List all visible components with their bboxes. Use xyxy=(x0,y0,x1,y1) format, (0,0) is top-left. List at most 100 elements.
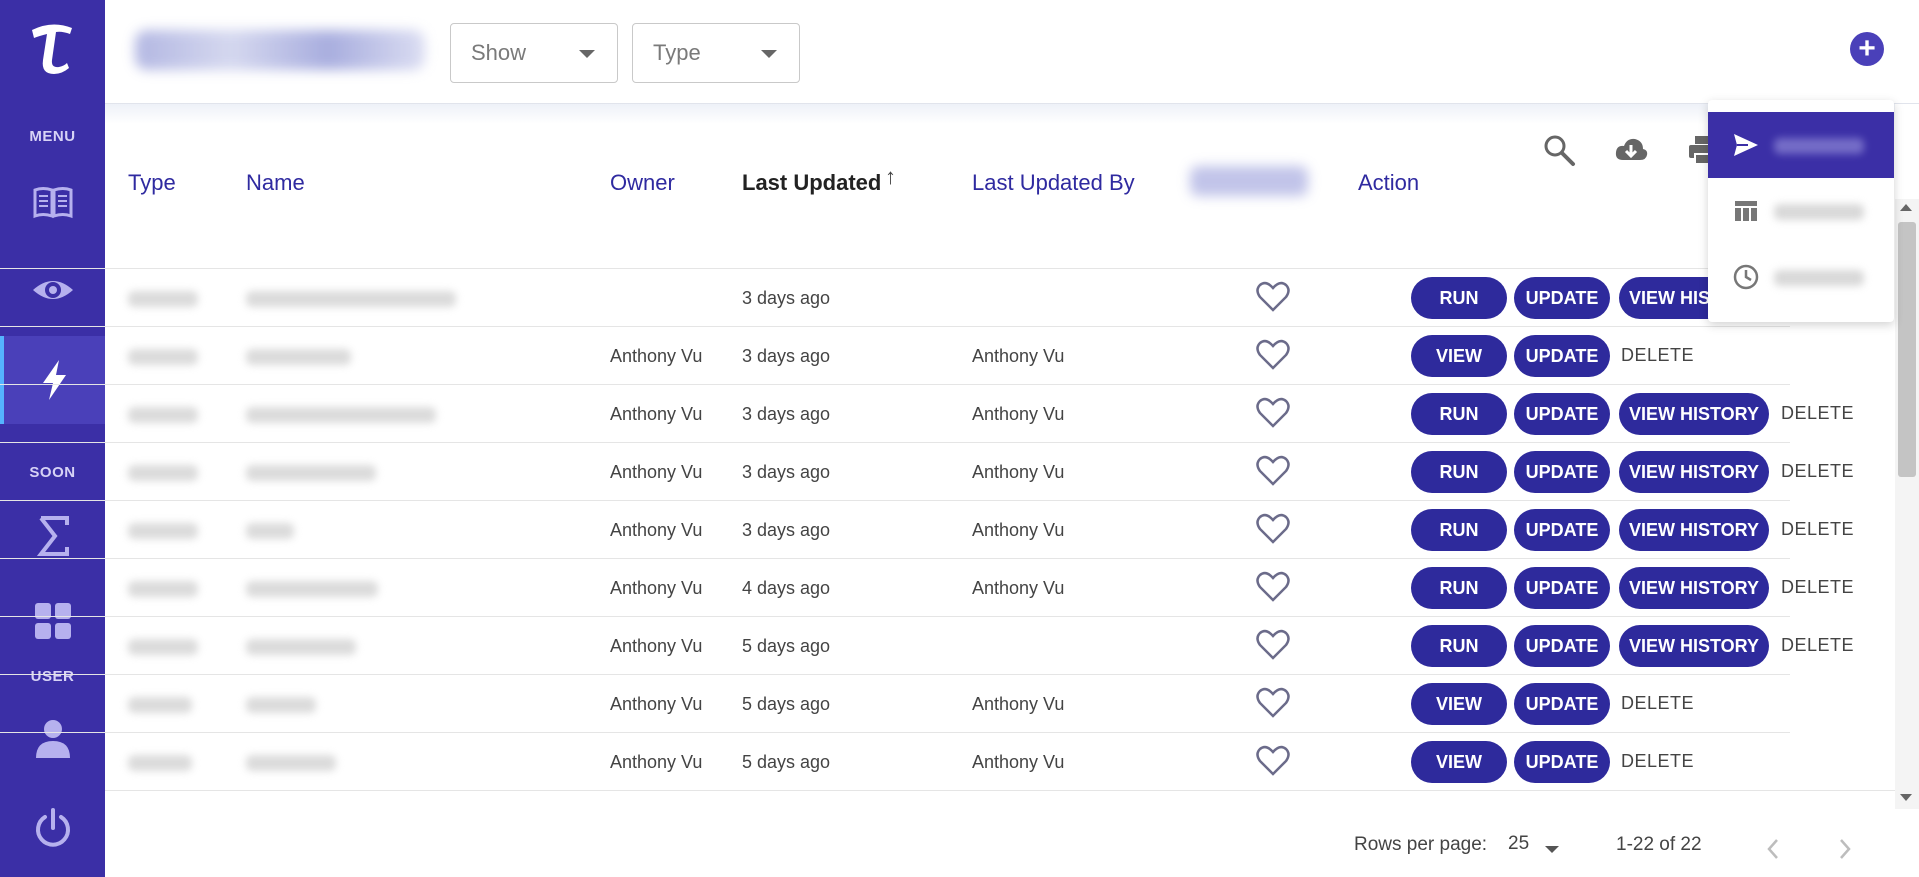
update-button[interactable]: UPDATE xyxy=(1514,683,1610,725)
pagination-range: 1-22 of 22 xyxy=(1616,834,1702,855)
name-cell xyxy=(246,639,356,655)
table-row[interactable]: Anthony Vu 5 days ago Anthony Vu VIEW UPDATE… xyxy=(0,674,1790,732)
sidebar-item-logout[interactable] xyxy=(0,784,105,872)
delete-button[interactable]: DELETE xyxy=(1621,751,1694,772)
show-select[interactable]: Show xyxy=(450,23,618,83)
update-button[interactable]: UPDATE xyxy=(1514,277,1610,319)
table-row[interactable]: Anthony Vu 5 days ago RUN UPDATE VIEW HISTOR… xyxy=(0,616,1854,674)
run-button[interactable]: RUN xyxy=(1411,625,1507,667)
heart-icon[interactable] xyxy=(1256,629,1290,661)
menu-item-schedule[interactable] xyxy=(1708,244,1894,310)
update-button[interactable]: UPDATE xyxy=(1514,509,1610,551)
header-name[interactable]: Name xyxy=(246,170,305,196)
chevron-right-icon[interactable] xyxy=(1836,837,1854,861)
name-cell xyxy=(246,755,336,771)
run-button[interactable]: RUN xyxy=(1411,567,1507,609)
scrollbar-thumb[interactable] xyxy=(1898,222,1916,477)
header-technology xyxy=(1190,166,1308,196)
chevron-left-icon[interactable] xyxy=(1764,837,1782,861)
last-updated-cell: 3 days ago xyxy=(742,404,831,424)
menu-item-table-label xyxy=(1774,204,1864,220)
heart-icon[interactable] xyxy=(1256,745,1290,777)
header-last-updated[interactable]: Last Updated xyxy=(742,170,881,196)
send-icon xyxy=(1734,134,1758,156)
delete-button[interactable]: DELETE xyxy=(1781,577,1854,598)
menu-item-send[interactable] xyxy=(1708,112,1894,178)
name-cell xyxy=(246,407,436,423)
table-row[interactable]: Anthony Vu 3 days ago Anthony Vu RUN UPDATE V… xyxy=(0,384,1854,442)
delete-button[interactable]: DELETE xyxy=(1781,635,1854,656)
type-select[interactable]: Type xyxy=(632,23,800,83)
heart-icon[interactable] xyxy=(1256,687,1290,719)
heart-icon[interactable] xyxy=(1256,455,1290,487)
heart-icon[interactable] xyxy=(1256,281,1290,313)
show-select-label: Show xyxy=(471,40,527,65)
last-updated-by-cell: Anthony Vu xyxy=(972,404,1065,424)
logo-icon[interactable] xyxy=(26,20,78,76)
run-button[interactable]: RUN xyxy=(1411,509,1507,551)
delete-button[interactable]: DELETE xyxy=(1621,345,1694,366)
update-button[interactable]: UPDATE xyxy=(1514,567,1610,609)
type-cell xyxy=(128,407,198,423)
last-updated-cell: 3 days ago xyxy=(742,288,831,308)
type-cell xyxy=(128,755,192,771)
type-cell xyxy=(128,465,198,481)
update-button[interactable]: UPDATE xyxy=(1514,625,1610,667)
owner-cell: Anthony Vu xyxy=(610,346,703,366)
last-updated-cell: 5 days ago xyxy=(742,694,831,714)
view-history-button[interactable]: VIEW HISTORY xyxy=(1619,393,1769,435)
menu-item-send-label xyxy=(1774,138,1864,154)
name-cell xyxy=(246,523,294,539)
view-button[interactable]: VIEW xyxy=(1411,741,1507,783)
view-history-button[interactable]: VIEW HISTORY xyxy=(1619,509,1769,551)
owner-cell: Anthony Vu xyxy=(610,520,703,540)
header-type[interactable]: Type xyxy=(128,170,176,196)
sort-ascending-icon[interactable]: ↑ xyxy=(885,164,896,190)
last-updated-cell: 4 days ago xyxy=(742,578,831,598)
run-button[interactable]: RUN xyxy=(1411,393,1507,435)
view-history-button[interactable]: VIEW HISTORY xyxy=(1619,567,1769,609)
heart-icon[interactable] xyxy=(1256,571,1290,603)
update-button[interactable]: UPDATE xyxy=(1514,451,1610,493)
view-button[interactable]: VIEW xyxy=(1411,683,1507,725)
table-row[interactable]: Anthony Vu 5 days ago Anthony Vu VIEW UPDATE… xyxy=(0,732,1790,790)
owner-cell: Anthony Vu xyxy=(610,636,703,656)
menu-item-table[interactable] xyxy=(1708,178,1894,244)
type-select-label: Type xyxy=(653,40,701,65)
table-row[interactable]: Anthony Vu 3 days ago Anthony Vu VIEW UPDATE… xyxy=(0,326,1790,384)
view-history-button[interactable]: VIEW HISTORY xyxy=(1619,451,1769,493)
heart-icon[interactable] xyxy=(1256,513,1290,545)
name-cell xyxy=(246,581,378,597)
type-cell xyxy=(128,639,198,655)
table-row[interactable]: Anthony Vu 3 days ago Anthony Vu RUN UPDATE V… xyxy=(0,500,1854,558)
delete-button[interactable]: DELETE xyxy=(1781,461,1854,482)
rows-per-page-select[interactable]: 25 xyxy=(1508,833,1529,855)
clock-icon xyxy=(1733,264,1759,290)
table-row[interactable]: Anthony Vu 4 days ago Anthony Vu RUN UPDATE V… xyxy=(0,558,1854,616)
header-last-updated-by[interactable]: Last Updated By xyxy=(972,170,1135,196)
table-row[interactable]: Anthony Vu 3 days ago Anthony Vu RUN UPDATE V… xyxy=(0,442,1854,500)
delete-button[interactable]: DELETE xyxy=(1781,519,1854,540)
type-cell xyxy=(128,291,198,307)
scroll-down-arrow-icon[interactable] xyxy=(1900,794,1912,801)
delete-button[interactable]: DELETE xyxy=(1621,693,1694,714)
power-icon xyxy=(35,808,70,847)
chevron-down-icon[interactable] xyxy=(1545,846,1559,853)
header-owner[interactable]: Owner xyxy=(610,170,675,196)
table-row[interactable]: 3 days agoRUNUPDATEVIEW HISTORYDELETE xyxy=(0,268,1854,326)
run-button[interactable]: RUN xyxy=(1411,277,1507,319)
update-button[interactable]: UPDATE xyxy=(1514,335,1610,377)
view-button[interactable]: VIEW xyxy=(1411,335,1507,377)
update-button[interactable]: UPDATE xyxy=(1514,393,1610,435)
delete-button[interactable]: DELETE xyxy=(1781,403,1854,424)
heart-icon[interactable] xyxy=(1256,339,1290,371)
run-button[interactable]: RUN xyxy=(1411,451,1507,493)
scroll-up-arrow-icon[interactable] xyxy=(1900,204,1912,211)
plus-circle-icon[interactable]: + xyxy=(1850,32,1884,66)
update-button[interactable]: UPDATE xyxy=(1514,741,1610,783)
last-updated-cell: 5 days ago xyxy=(742,636,831,656)
name-cell xyxy=(246,465,376,481)
owner-cell: Anthony Vu xyxy=(610,404,703,424)
view-history-button[interactable]: VIEW HISTORY xyxy=(1619,625,1769,667)
heart-icon[interactable] xyxy=(1256,397,1290,429)
